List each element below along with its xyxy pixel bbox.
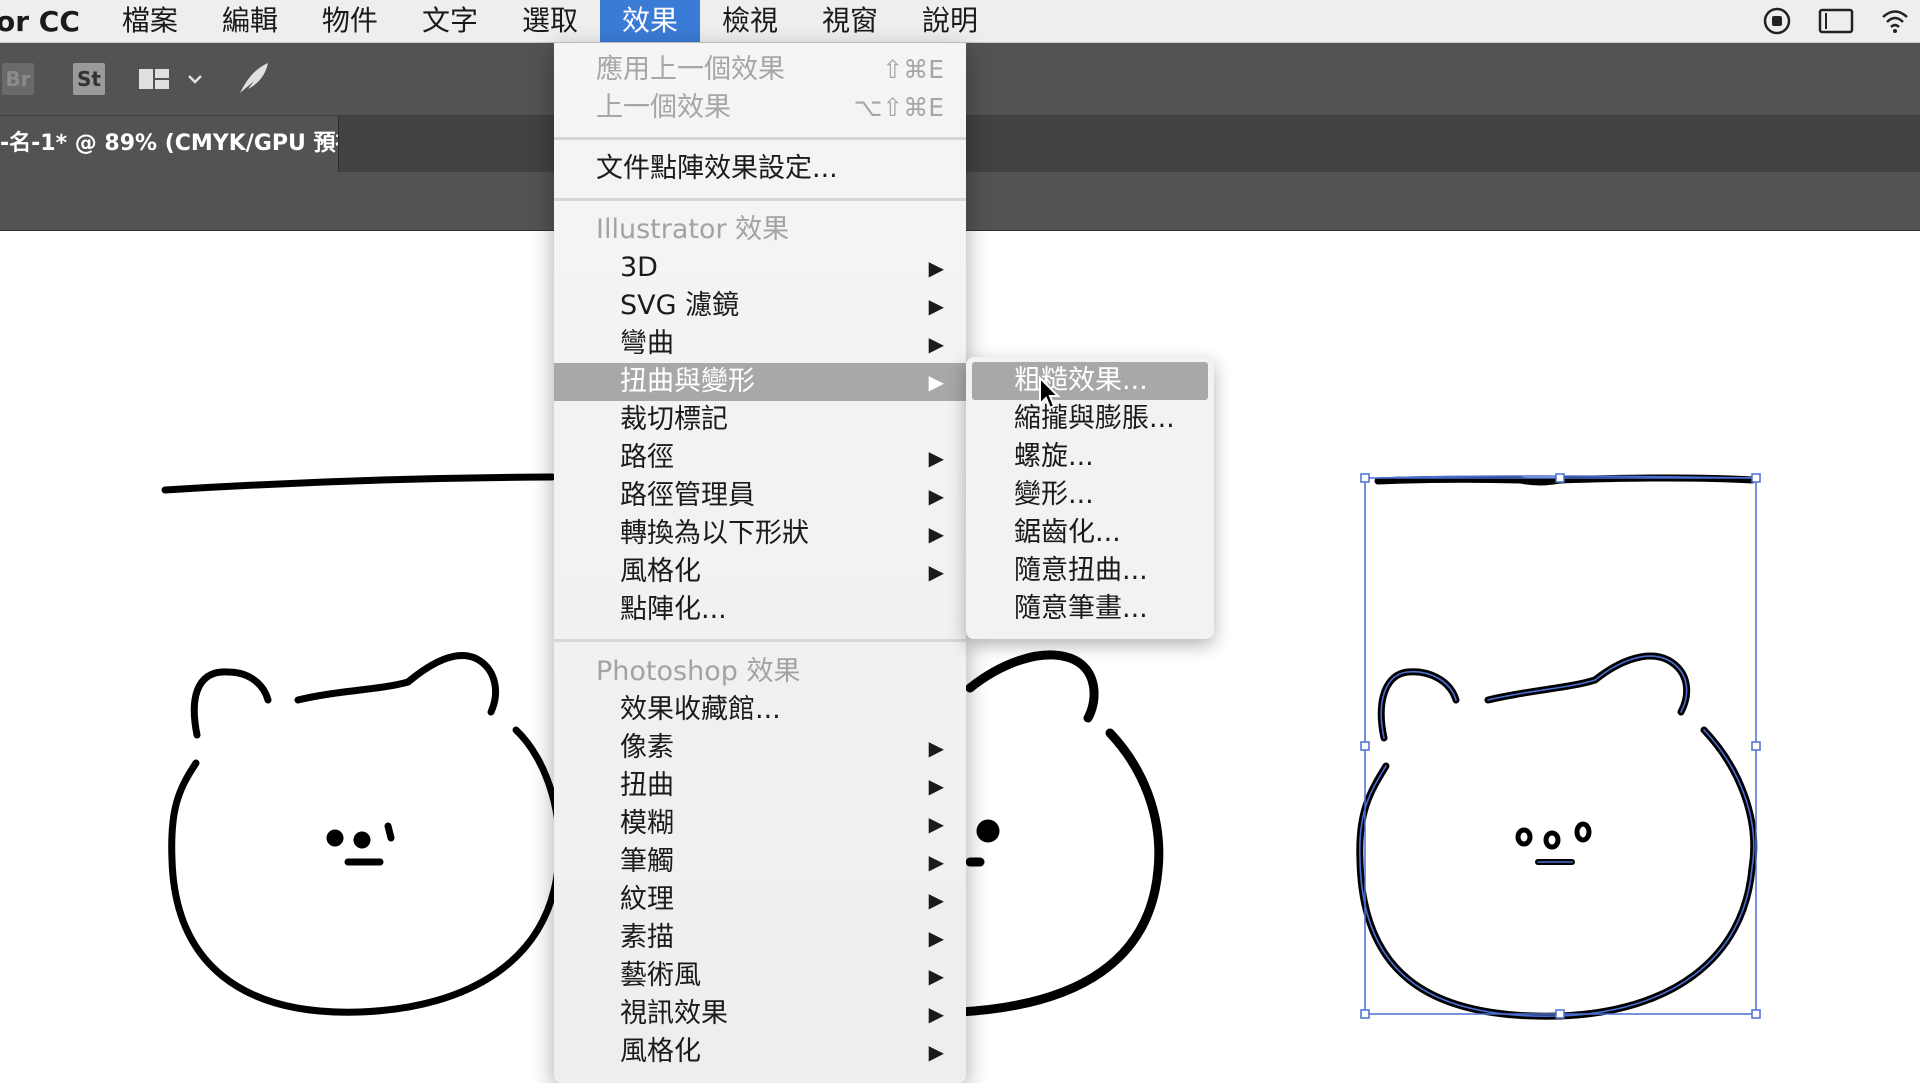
workspace-layout-icon[interactable]	[137, 65, 207, 95]
menu-item-3d[interactable]: 3D ▶	[554, 249, 966, 287]
submenu-arrow-icon: ▶	[928, 446, 944, 470]
menu-item-stylize[interactable]: 風格化 ▶	[554, 553, 966, 591]
illustrator-effects-header: Illustrator 效果	[596, 214, 790, 245]
menu-item-artistic[interactable]: 藝術風 ▶	[554, 957, 966, 995]
submenu-item-roughen[interactable]: 粗糙效果...	[972, 362, 1208, 400]
submenu-arrow-icon: ▶	[928, 812, 944, 836]
submenu-arrow-icon: ▶	[928, 850, 944, 874]
wifi-icon[interactable]	[1880, 7, 1910, 35]
submenu-item-free-distort[interactable]: 隨意扭曲...	[972, 552, 1208, 590]
submenu-arrow-icon: ▶	[928, 1040, 944, 1064]
submenu-item-transform[interactable]: 變形...	[972, 476, 1208, 514]
display-icon[interactable]	[1818, 7, 1854, 35]
menu-item-blur[interactable]: 模糊 ▶	[554, 805, 966, 843]
menu-item-video[interactable]: 視訊效果 ▶	[554, 995, 966, 1033]
stock-button[interactable]: St	[73, 63, 105, 95]
shortcut-label: ⌥⇧⌘E	[853, 93, 944, 122]
bridge-button[interactable]: Br	[2, 63, 34, 95]
mouse-cursor-icon	[1039, 376, 1061, 410]
menu-item-raster-settings[interactable]: 文件點陣效果設定...	[554, 150, 966, 188]
submenu-arrow-icon: ▶	[928, 560, 944, 584]
document-tab[interactable]: -名-1* @ 89% (CMYK/GPU 預視)	[0, 116, 339, 172]
menu-item-sketch[interactable]: 素描 ▶	[554, 919, 966, 957]
menu-select[interactable]: 選取	[500, 0, 600, 42]
submenu-arrow-icon: ▶	[928, 964, 944, 988]
menu-effect[interactable]: 效果	[599, 0, 700, 42]
menu-item-stylize-photoshop[interactable]: 風格化 ▶	[554, 1033, 966, 1071]
menu-item-convert-to-shape[interactable]: 轉換為以下形狀 ▶	[554, 515, 966, 553]
menu-item-last-effect[interactable]: 上一個效果 ⌥⇧⌘E	[554, 89, 966, 127]
menu-item-path[interactable]: 路徑 ▶	[554, 439, 966, 477]
submenu-item-pucker-bloat[interactable]: 縮攏與膨脹...	[972, 400, 1208, 438]
menu-item-texture[interactable]: 紋理 ▶	[554, 881, 966, 919]
photoshop-effects-header: Photoshop 效果	[596, 656, 801, 687]
menu-item-apply-last-effect[interactable]: 應用上一個效果 ⇧⌘E	[554, 51, 966, 89]
menubar: or CC 檔案 編輯 物件 文字 選取 效果 檢視 視窗 說明	[0, 0, 1920, 43]
menu-edit[interactable]: 編輯	[200, 0, 300, 42]
submenu-arrow-icon: ▶	[928, 332, 944, 356]
menu-item-brush-strokes[interactable]: 筆觸 ▶	[554, 843, 966, 881]
submenu-arrow-icon: ▶	[928, 926, 944, 950]
submenu-arrow-icon: ▶	[928, 1002, 944, 1026]
menu-item-pathfinder[interactable]: 路徑管理員 ▶	[554, 477, 966, 515]
submenu-arrow-icon: ▶	[928, 888, 944, 912]
menu-item-pixelate[interactable]: 像素 ▶	[554, 729, 966, 767]
submenu-arrow-icon: ▶	[928, 256, 944, 280]
menu-view[interactable]: 檢視	[700, 0, 800, 42]
submenu-item-tweak[interactable]: 隨意筆畫...	[972, 590, 1208, 628]
submenu-item-twist[interactable]: 螺旋...	[972, 438, 1208, 476]
shortcut-label: ⇧⌘E	[882, 55, 944, 84]
submenu-arrow-icon: ▶	[928, 522, 944, 546]
bear-drawing-left	[168, 652, 564, 1016]
menu-item-svg-filters[interactable]: SVG 濾鏡 ▶	[554, 287, 966, 325]
submenu-item-zig-zag[interactable]: 鋸齒化...	[972, 514, 1208, 552]
menu-item-effect-gallery[interactable]: 效果收藏館...	[554, 691, 966, 729]
submenu-arrow-icon: ▶	[928, 774, 944, 798]
menu-item-crop-marks[interactable]: 裁切標記	[554, 401, 966, 439]
menu-help[interactable]: 說明	[900, 0, 1000, 42]
selection-bounding-box	[1360, 473, 1761, 1019]
effect-menu: 應用上一個效果 ⇧⌘E 上一個效果 ⌥⇧⌘E 文件點陣效果設定... Illus…	[554, 43, 966, 1083]
menu-separator	[554, 198, 966, 201]
submenu-arrow-icon: ▶	[928, 370, 944, 394]
menu-separator	[554, 639, 966, 642]
gpu-performance-icon[interactable]	[236, 59, 272, 97]
menu-item-distort-transform[interactable]: 扭曲與變形 ▶	[554, 363, 966, 401]
status-area	[1762, 0, 1920, 42]
distort-transform-submenu: 粗糙效果... 縮攏與膨脹... 螺旋... 變形... 鋸齒化... 隨意扭曲…	[966, 357, 1214, 639]
menu-object[interactable]: 物件	[300, 0, 400, 42]
bear-drawing-middle	[955, 650, 1164, 1017]
submenu-arrow-icon: ▶	[928, 736, 944, 760]
menu-window[interactable]: 視窗	[800, 0, 900, 42]
menu-item-rasterize[interactable]: 點陣化...	[554, 591, 966, 629]
submenu-arrow-icon: ▶	[928, 294, 944, 318]
menu-item-warp[interactable]: 彎曲 ▶	[554, 325, 966, 363]
submenu-arrow-icon: ▶	[928, 484, 944, 508]
menu-item-distort[interactable]: 扭曲 ▶	[554, 767, 966, 805]
screen-record-icon[interactable]	[1762, 6, 1792, 36]
menu-type[interactable]: 文字	[400, 0, 500, 42]
menu-file[interactable]: 檔案	[100, 0, 200, 42]
bear-drawing-right	[1356, 652, 1758, 1020]
app-name[interactable]: or CC	[0, 5, 100, 38]
menu-separator	[554, 137, 966, 140]
drawn-line-left	[161, 473, 556, 494]
